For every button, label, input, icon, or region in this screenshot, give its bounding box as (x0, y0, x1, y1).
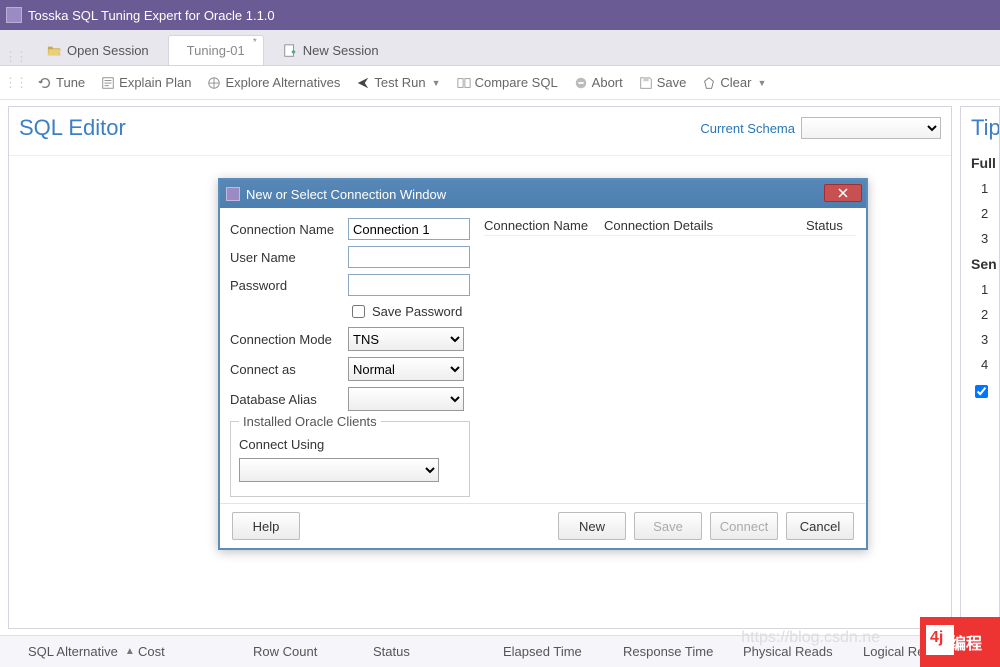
connection-mode-select[interactable]: TNS (348, 327, 464, 351)
installed-clients-fieldset: Installed Oracle Clients Connect Using (230, 421, 470, 497)
document-plus-icon (283, 44, 297, 58)
app-icon (6, 7, 22, 23)
brand-logo: 4j编程 (920, 617, 1000, 667)
col-conn-name[interactable]: Connection Name (484, 218, 604, 233)
dialog-titlebar[interactable]: New or Select Connection Window (220, 180, 866, 208)
tips-item: 4 (971, 357, 999, 372)
col-elapsed-time[interactable]: Elapsed Time (503, 644, 623, 659)
password-input[interactable] (348, 274, 470, 296)
tab-new-session[interactable]: New Session (264, 35, 398, 65)
tab-label: Open Session (67, 43, 149, 58)
explore-icon (207, 76, 221, 90)
clear-button[interactable]: Clear▼ (696, 72, 772, 93)
fieldset-legend: Installed Oracle Clients (239, 414, 381, 429)
connect-using-select[interactable] (239, 458, 439, 482)
col-row-count[interactable]: Row Count (253, 644, 373, 659)
schema-label: Current Schema (700, 121, 795, 136)
close-icon (838, 188, 848, 198)
title-bar: Tosska SQL Tuning Expert for Oracle 1.1.… (0, 0, 1000, 30)
tips-item: 1 (971, 282, 999, 297)
user-name-input[interactable] (348, 246, 470, 268)
tab-tuning-01[interactable]: Tuning-01 * (168, 35, 264, 65)
plan-icon (101, 76, 115, 90)
stop-icon (574, 76, 588, 90)
col-conn-status[interactable]: Status (806, 218, 856, 233)
connection-dialog: New or Select Connection Window Connecti… (218, 178, 868, 550)
tips-section-1: Full (971, 155, 999, 171)
tips-checkbox[interactable] (975, 385, 988, 398)
connect-button[interactable]: Connect (710, 512, 778, 540)
dialog-icon (226, 187, 240, 201)
tab-open-session[interactable]: Open Session (28, 35, 168, 65)
cancel-button[interactable]: Cancel (786, 512, 854, 540)
tab-label: Tuning-01 (187, 43, 245, 58)
sort-asc-icon: ▲ (125, 646, 135, 657)
tips-pane: Tips Full 1 2 3 Sen 1 2 3 4 (960, 106, 1000, 629)
save-password-checkbox[interactable] (352, 305, 365, 318)
session-tabs: ⋮⋮ Open Session Tuning-01 * New Session (0, 30, 1000, 66)
tips-item: 3 (971, 231, 999, 246)
new-button[interactable]: New (558, 512, 626, 540)
chevron-down-icon: ▼ (432, 78, 441, 88)
tips-title: Tips (971, 115, 999, 141)
compare-icon (457, 76, 471, 90)
tab-label: New Session (303, 43, 379, 58)
col-conn-details[interactable]: Connection Details (604, 218, 806, 233)
label-connection-name: Connection Name (230, 222, 342, 237)
label-password: Password (230, 278, 342, 293)
editor-header: SQL Editor Current Schema (9, 107, 951, 156)
help-button[interactable]: Help (232, 512, 300, 540)
tips-checkbox-row (971, 382, 999, 401)
chevron-down-icon: ▼ (757, 78, 766, 88)
send-icon (356, 76, 370, 90)
database-alias-select[interactable] (348, 387, 464, 411)
dialog-footer: Help New Save Connect Cancel (220, 503, 866, 548)
col-response-time[interactable]: Response Time (623, 644, 743, 659)
modified-indicator: * (253, 37, 257, 48)
connection-name-input[interactable] (348, 218, 470, 240)
window-title: Tosska SQL Tuning Expert for Oracle 1.1.… (28, 8, 275, 23)
schema-select[interactable] (801, 117, 941, 139)
test-run-button[interactable]: Test Run▼ (350, 72, 446, 93)
tune-button[interactable]: Tune (32, 72, 91, 93)
connect-as-select[interactable]: Normal (348, 357, 464, 381)
tips-item: 2 (971, 307, 999, 322)
col-physical-reads[interactable]: Physical Reads (743, 644, 863, 659)
tips-item: 3 (971, 332, 999, 347)
clear-icon (702, 76, 716, 90)
explore-alternatives-button[interactable]: Explore Alternatives (201, 72, 346, 93)
tips-item: 1 (971, 181, 999, 196)
tips-section-2: Sen (971, 256, 999, 272)
label-database-alias: Database Alias (230, 392, 342, 407)
label-save-password: Save Password (372, 304, 462, 319)
results-grid-header: SQL Alternative▲ Cost Row Count Status E… (0, 635, 1000, 667)
toolbar-grip: ⋮⋮ (4, 75, 26, 91)
label-user-name: User Name (230, 250, 342, 265)
col-sql-alternative[interactable]: SQL Alternative▲ (28, 644, 138, 659)
label-connect-as: Connect as (230, 362, 342, 377)
label-connect-using: Connect Using (239, 437, 335, 452)
explain-plan-button[interactable]: Explain Plan (95, 72, 197, 93)
tabstrip-grip: ⋮⋮ (4, 49, 26, 65)
label-connection-mode: Connection Mode (230, 332, 342, 347)
toolbar: ⋮⋮ Tune Explain Plan Explore Alternative… (0, 66, 1000, 100)
connection-form: Connection Name User Name Password Save … (230, 218, 470, 497)
save-button[interactable]: Save (633, 72, 693, 93)
dialog-body: Connection Name User Name Password Save … (220, 208, 866, 503)
col-cost[interactable]: Cost (138, 644, 253, 659)
folder-open-icon (47, 44, 61, 58)
schema-area: Current Schema (700, 117, 941, 139)
connection-list: Connection Name Connection Details Statu… (484, 218, 856, 497)
col-status[interactable]: Status (373, 644, 503, 659)
save-connection-button[interactable]: Save (634, 512, 702, 540)
editor-title: SQL Editor (19, 115, 126, 141)
compare-sql-button[interactable]: Compare SQL (451, 72, 564, 93)
connection-list-header: Connection Name Connection Details Statu… (484, 218, 856, 236)
abort-button[interactable]: Abort (568, 72, 629, 93)
refresh-icon (38, 76, 52, 90)
dialog-title: New or Select Connection Window (246, 187, 446, 202)
tips-item: 2 (971, 206, 999, 221)
close-button[interactable] (824, 184, 862, 202)
save-icon (639, 76, 653, 90)
